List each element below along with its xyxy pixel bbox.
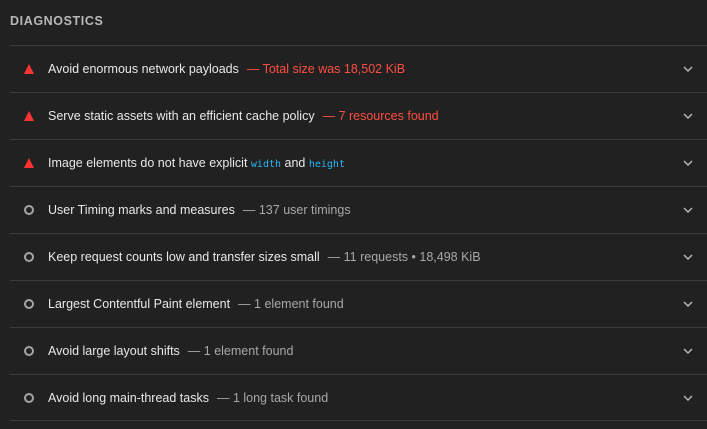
audit-row-request-counts[interactable]: Keep request counts low and transfer siz… (10, 233, 707, 280)
section-title: DIAGNOSTICS (10, 14, 104, 28)
audit-row-lcp-element[interactable]: Largest Contentful Paint element — 1 ele… (10, 280, 707, 327)
audit-title: Serve static assets with an efficient ca… (48, 109, 315, 123)
audit-title: Avoid enormous network payloads (48, 62, 239, 76)
chevron-down-icon[interactable] (683, 158, 693, 168)
audit-detail: — 1 element found (187, 344, 294, 358)
audit-list: Avoid enormous network payloads — Total … (10, 45, 707, 421)
chevron-down-icon[interactable] (683, 393, 693, 403)
audit-row-image-dimensions[interactable]: Image elements do not have explicit widt… (10, 139, 707, 186)
audit-row-long-tasks[interactable]: Avoid long main-thread tasks — 1 long ta… (10, 374, 707, 421)
info-circle-icon (10, 392, 48, 403)
info-circle-icon (10, 252, 48, 262)
chevron-down-icon[interactable] (683, 205, 693, 215)
audit-row-layout-shifts[interactable]: Avoid large layout shifts — 1 element fo… (10, 327, 707, 374)
code-width: width (250, 159, 282, 170)
audit-title: Largest Contentful Paint element (48, 297, 231, 311)
code-height: height (308, 159, 345, 170)
info-circle-icon (10, 205, 48, 215)
audit-detail: — Total size was 18,502 KiB (246, 62, 406, 76)
info-circle-icon (10, 346, 48, 356)
audit-detail: — 7 resources found (322, 109, 439, 123)
chevron-down-icon[interactable] (683, 299, 693, 309)
audit-row-cache-policy[interactable]: Serve static assets with an efficient ca… (10, 92, 707, 139)
chevron-down-icon[interactable] (683, 252, 693, 262)
chevron-down-icon[interactable] (683, 64, 693, 74)
diagnostics-panel: DIAGNOSTICS Avoid enormous network paylo… (0, 0, 707, 429)
chevron-down-icon[interactable] (683, 111, 693, 121)
warning-triangle-icon (10, 110, 48, 121)
warning-triangle-icon (10, 157, 48, 168)
chevron-down-icon[interactable] (683, 346, 693, 356)
warning-triangle-icon (10, 63, 48, 74)
audit-title: Avoid long main-thread tasks (48, 390, 209, 405)
audit-title: Image elements do not have explicit widt… (48, 156, 345, 170)
audit-detail: — 1 long task found (216, 390, 329, 405)
audit-detail: — 137 user timings (242, 203, 351, 217)
audit-row-user-timings[interactable]: User Timing marks and measures — 137 use… (10, 186, 707, 233)
audit-row-network-payloads[interactable]: Avoid enormous network payloads — Total … (10, 45, 707, 92)
audit-title: Keep request counts low and transfer siz… (48, 250, 320, 264)
audit-detail: — 11 requests • 18,498 KiB (327, 250, 481, 264)
audit-detail: — 1 element found (238, 297, 344, 311)
info-circle-icon (10, 299, 48, 309)
audit-title: Avoid large layout shifts (48, 344, 180, 358)
audit-title: User Timing marks and measures (48, 203, 235, 217)
